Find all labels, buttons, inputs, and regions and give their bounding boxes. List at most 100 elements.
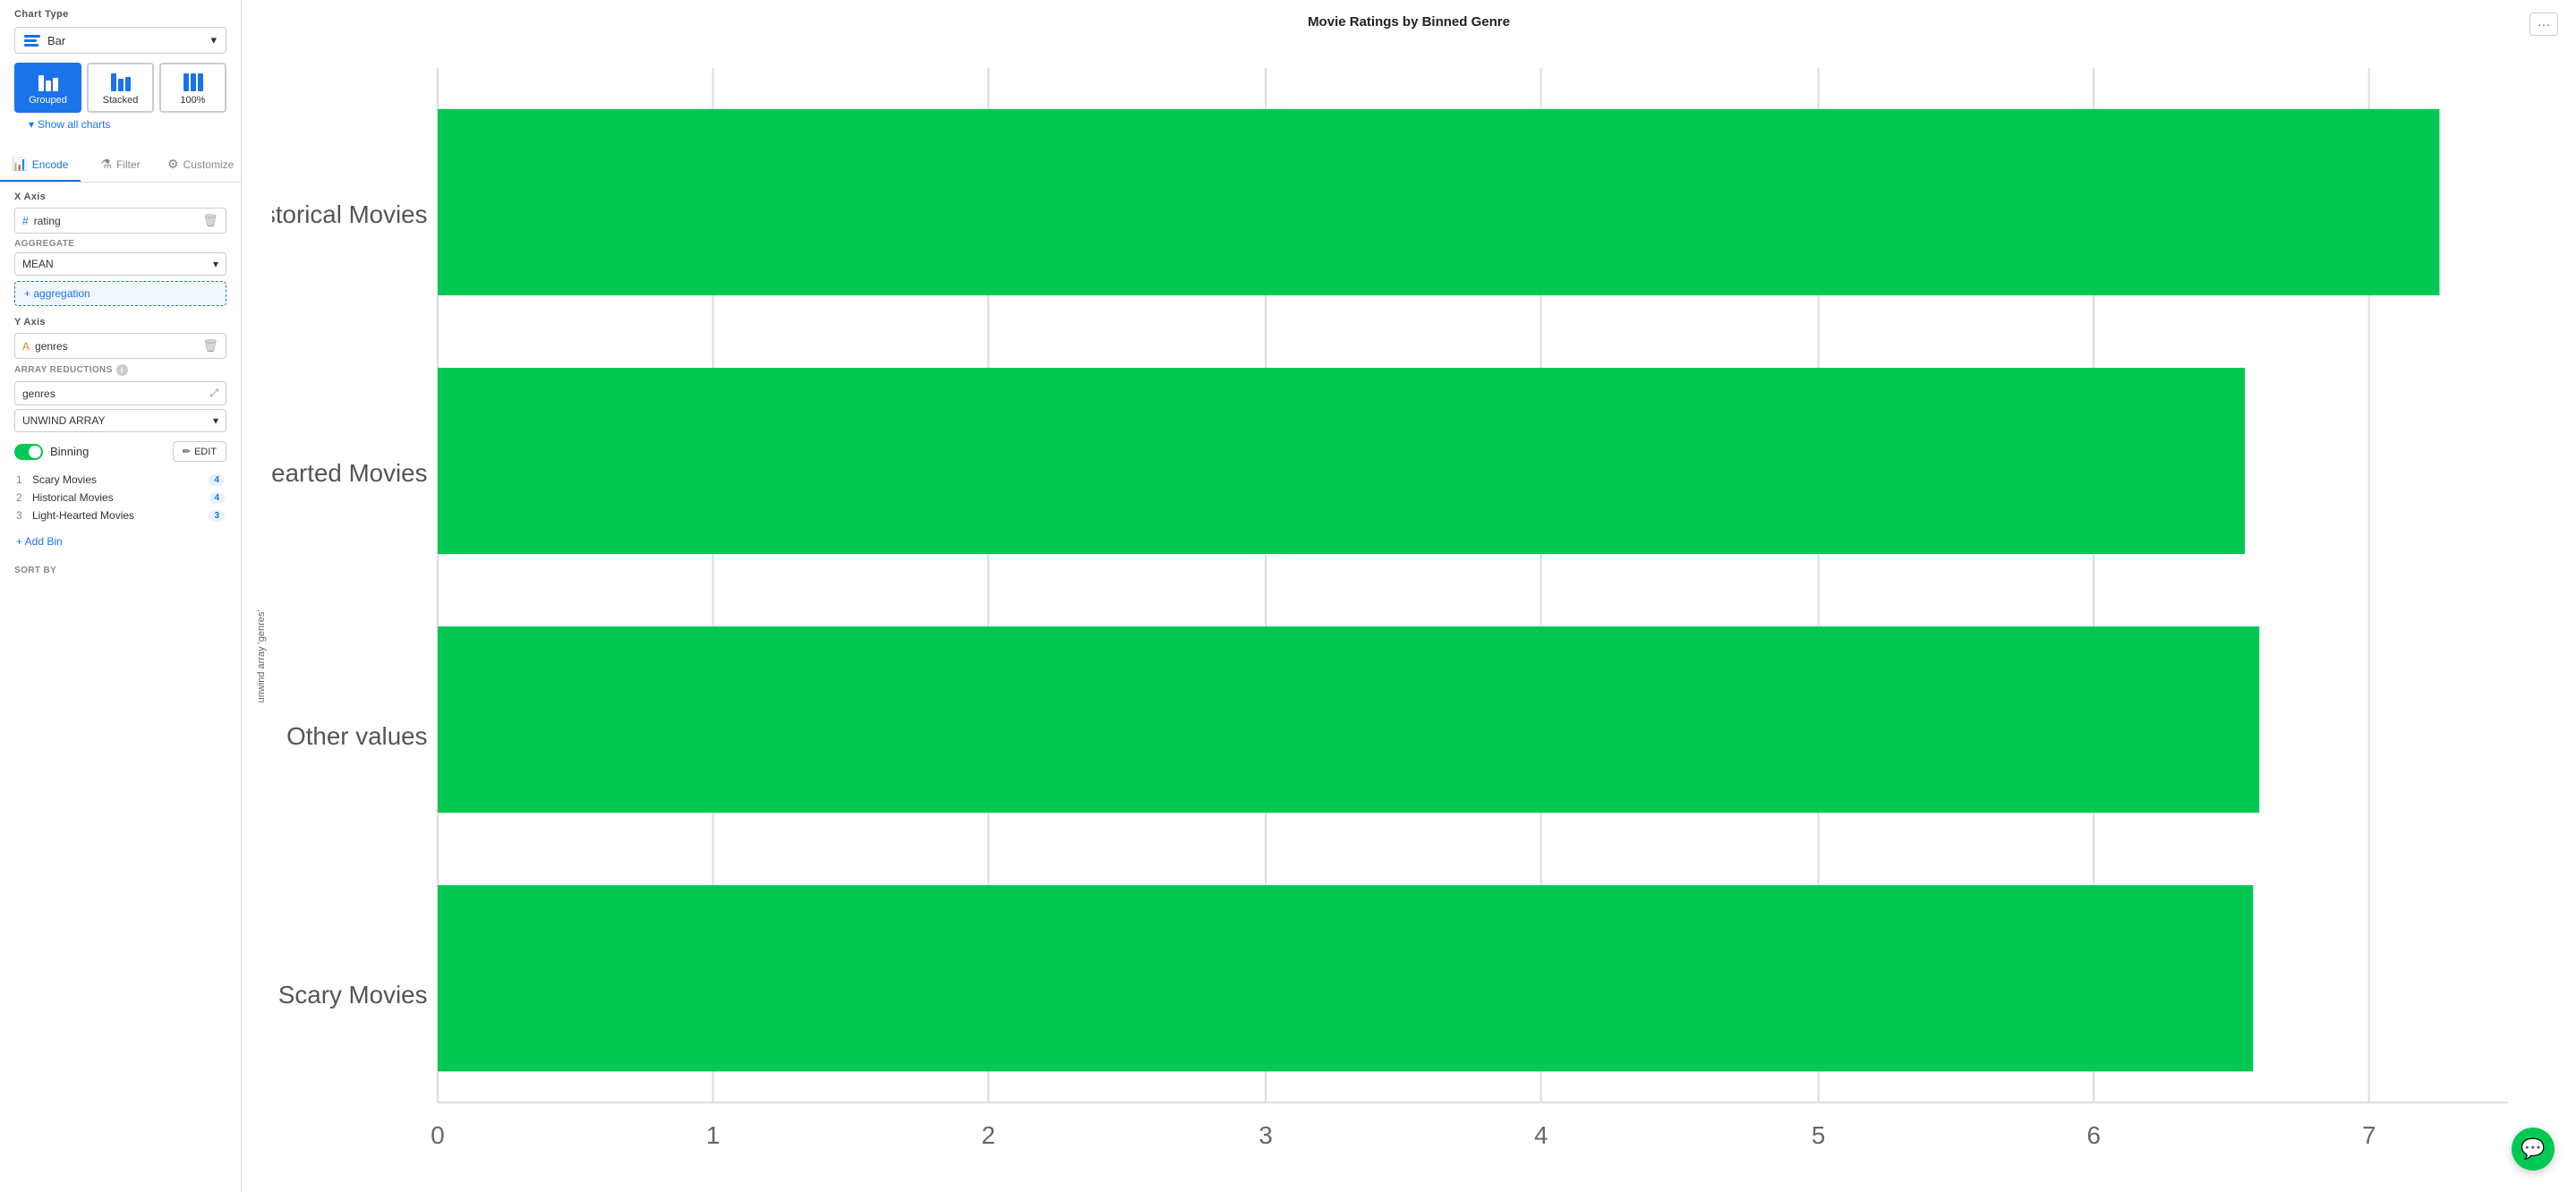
svg-text:4: 4	[1534, 1121, 1548, 1149]
chart-type-label: Chart Type	[14, 9, 226, 20]
stacked-bars-icon	[111, 70, 131, 91]
tab-filter[interactable]: ⚗ Filter	[81, 149, 161, 182]
y-field-type-icon: A	[22, 340, 30, 353]
y-field-name: genres	[35, 340, 68, 353]
binning-toggle[interactable]	[14, 444, 43, 460]
bin-count-2: 4	[209, 492, 225, 504]
y-axis-label: Y Axis	[14, 317, 226, 328]
edit-button[interactable]: ✏ EDIT	[173, 441, 226, 462]
aggregate-text: AGGREGATE	[14, 239, 74, 249]
svg-text:Light-Hearted Movies: Light-Hearted Movies	[272, 459, 427, 487]
unwind-expand-icon[interactable]: ⤢	[209, 387, 218, 400]
aggregate-value: MEAN	[22, 258, 54, 270]
y-field-delete-icon[interactable]: 🗑	[202, 338, 218, 353]
svg-text:6: 6	[2086, 1121, 2100, 1149]
bin-count-1: 4	[209, 474, 225, 486]
tab-encode[interactable]: 📊 Encode	[0, 149, 81, 182]
chart-option-stacked[interactable]: Stacked	[87, 63, 154, 113]
x-axis-label: X Axis	[14, 192, 226, 202]
add-bin-btn[interactable]: + Add Bin	[14, 532, 226, 551]
svg-text:Other values: Other values	[286, 722, 427, 750]
svg-text:1: 1	[706, 1121, 720, 1149]
chart-svg: 0 1 2 3 4 5 6 7 Historical Movies Light-…	[272, 46, 2549, 1192]
bin-item-1: 1 Scary Movies 4	[14, 471, 226, 489]
chart-title: Movie Ratings by Binned Genre	[1308, 14, 1510, 30]
bar-lighthearted	[438, 368, 2245, 554]
chevron-down-icon: ▾	[29, 118, 34, 131]
svg-text:0: 0	[431, 1121, 444, 1149]
unwind-field-name: genres	[22, 387, 55, 400]
binning-label: Binning	[50, 445, 89, 458]
unwind-value: UNWIND ARRAY	[22, 414, 105, 427]
stacked-label: Stacked	[103, 95, 139, 106]
add-aggregation-label: + aggregation	[24, 287, 90, 300]
svg-text:5: 5	[1812, 1121, 1825, 1149]
svg-text:Historical Movies: Historical Movies	[272, 200, 427, 228]
bar-historical	[438, 109, 2439, 295]
svg-text:3: 3	[1258, 1121, 1272, 1149]
chat-icon: 💬	[2521, 1137, 2545, 1161]
tab-customize-label: Customize	[183, 158, 235, 171]
y-axis-label-text: unwind array 'genres'	[256, 609, 267, 702]
x-field-delete-icon[interactable]: 🗑	[202, 213, 218, 228]
chart-option-grouped[interactable]: Grouped	[14, 63, 81, 113]
edit-icon: ✏	[183, 446, 191, 457]
tab-filter-label: Filter	[116, 158, 141, 171]
grouped-label: Grouped	[29, 95, 67, 106]
bar-chart-icon	[24, 35, 40, 47]
bin-num-1: 1	[16, 473, 27, 486]
show-all-charts-link[interactable]: ▾ Show all charts	[14, 113, 226, 136]
chart-type-value: Bar	[47, 34, 65, 47]
bin-num-3: 3	[16, 509, 27, 522]
100pct-label: 100%	[180, 95, 205, 106]
grouped-bars-icon	[38, 70, 58, 91]
filter-icon: ⚗	[100, 157, 112, 172]
chart-inner: 0 1 2 3 4 5 6 7 Historical Movies Light-…	[272, 46, 2549, 1192]
bin-count-3: 3	[209, 510, 225, 522]
x-axis-field-row: # rating 🗑	[14, 208, 226, 234]
add-bin-label: + Add Bin	[16, 535, 63, 548]
bin-name-3: Light-Hearted Movies	[32, 509, 203, 522]
bar-scary	[438, 885, 2253, 1071]
y-axis-field-row: A genres 🗑	[14, 333, 226, 359]
tab-customize[interactable]: ⚙ Customize	[160, 149, 241, 182]
chart-option-100pct[interactable]: 100%	[159, 63, 226, 113]
chart-area: Movie Ratings by Binned Genre ··· unwind…	[242, 0, 2576, 1192]
x-field-type-icon: #	[22, 215, 29, 227]
left-panel: Chart Type Bar ▾ Grouped	[0, 0, 242, 1192]
add-aggregation-btn[interactable]: + aggregation	[14, 281, 226, 306]
chart-menu-button[interactable]: ···	[2529, 13, 2558, 36]
encode-tabs: 📊 Encode ⚗ Filter ⚙ Customize	[0, 149, 241, 183]
y-axis-label: unwind array 'genres'	[251, 46, 272, 1192]
binning-row: Binning ✏ EDIT	[14, 441, 226, 462]
chart-type-section: Chart Type Bar ▾ Grouped	[0, 0, 241, 145]
aggregate-label: AGGREGATE	[14, 239, 226, 249]
bin-num-2: 2	[16, 491, 27, 504]
chart-type-options: Grouped Stacked 100%	[14, 63, 226, 113]
bin-name-1: Scary Movies	[32, 473, 203, 486]
unwind-field-row: genres ⤢	[14, 381, 226, 405]
svg-text:7: 7	[2362, 1121, 2376, 1149]
tab-encode-label: Encode	[32, 158, 69, 171]
customize-icon: ⚙	[167, 157, 179, 172]
chart-type-dropdown[interactable]: Bar ▾	[14, 27, 226, 54]
bin-name-2: Historical Movies	[32, 491, 203, 504]
svg-text:2: 2	[981, 1121, 994, 1149]
sort-by-label: SORT BY	[0, 566, 241, 575]
encode-panel: X Axis # rating 🗑 AGGREGATE MEAN ▾ + agg…	[0, 183, 241, 560]
info-icon: i	[116, 364, 128, 376]
svg-text:Scary Movies: Scary Movies	[278, 981, 428, 1009]
chat-button[interactable]: 💬	[2512, 1128, 2555, 1171]
array-reductions-text: ARRAY REDUCTIONS	[14, 365, 113, 375]
array-reductions-label: ARRAY REDUCTIONS i	[14, 364, 226, 376]
unwind-select[interactable]: UNWIND ARRAY ▾	[14, 409, 226, 432]
unwind-chevron-icon: ▾	[213, 414, 218, 427]
x-field-name: rating	[34, 215, 61, 227]
chevron-down-icon: ▾	[210, 33, 217, 47]
aggregate-chevron-icon: ▾	[213, 258, 218, 270]
bin-item-3: 3 Light-Hearted Movies 3	[14, 507, 226, 524]
aggregate-select[interactable]: MEAN ▾	[14, 252, 226, 276]
bin-item-2: 2 Historical Movies 4	[14, 489, 226, 507]
chart-wrapper: unwind array 'genres'	[242, 37, 2576, 1192]
bar-other	[438, 626, 2259, 813]
